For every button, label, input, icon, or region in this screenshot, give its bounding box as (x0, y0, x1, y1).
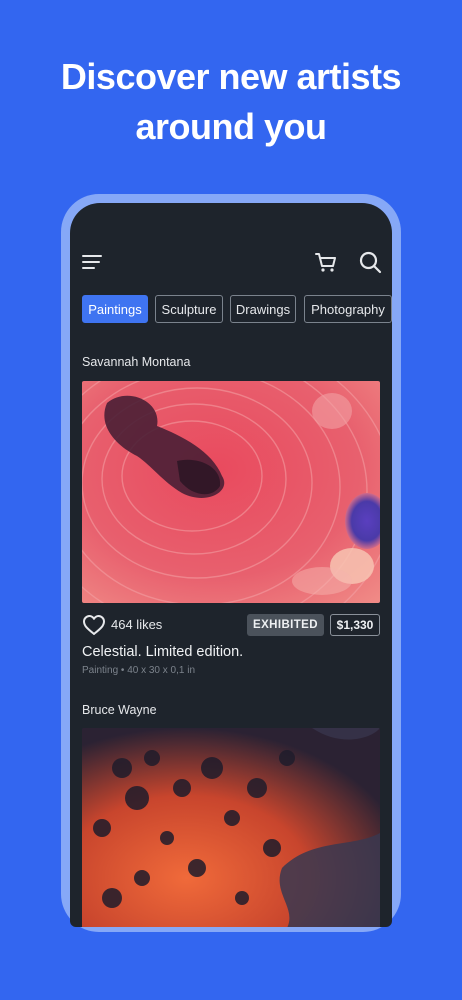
chip-sculpture[interactable]: Sculpture (155, 295, 223, 323)
artist-name[interactable]: Bruce Wayne (82, 703, 157, 717)
price-tag[interactable]: $1,330 (330, 614, 380, 636)
artwork-image[interactable] (82, 381, 380, 603)
chip-drawings[interactable]: Drawings (230, 295, 296, 323)
artwork-meta: Painting • 40 x 30 x 0,1 in (82, 665, 196, 676)
headline-line-2: around you (135, 106, 328, 147)
hamburger-menu-icon[interactable] (82, 253, 102, 271)
artwork-title[interactable]: Celestial. Limited edition. (82, 644, 243, 660)
chip-paintings[interactable]: Paintings (82, 295, 148, 323)
chip-photography[interactable]: Photography (304, 295, 392, 323)
category-chips: Paintings Sculpture Drawings Photography (82, 295, 392, 325)
artwork-image[interactable] (82, 728, 380, 927)
search-icon[interactable] (358, 250, 382, 274)
artist-name[interactable]: Savannah Montana (82, 355, 190, 369)
likes-row: 464 likes EXHIBITED $1,330 (82, 614, 380, 638)
exhibited-badge: EXHIBITED (247, 614, 324, 636)
shopping-cart-icon[interactable] (314, 250, 338, 274)
headline-line-1: Discover new artists (60, 56, 402, 97)
headline: Discover new artists around you (0, 52, 462, 152)
likes-count: 464 likes (111, 617, 163, 632)
app-screen: Paintings Sculpture Drawings Photography… (70, 203, 392, 927)
heart-icon[interactable] (82, 614, 106, 636)
